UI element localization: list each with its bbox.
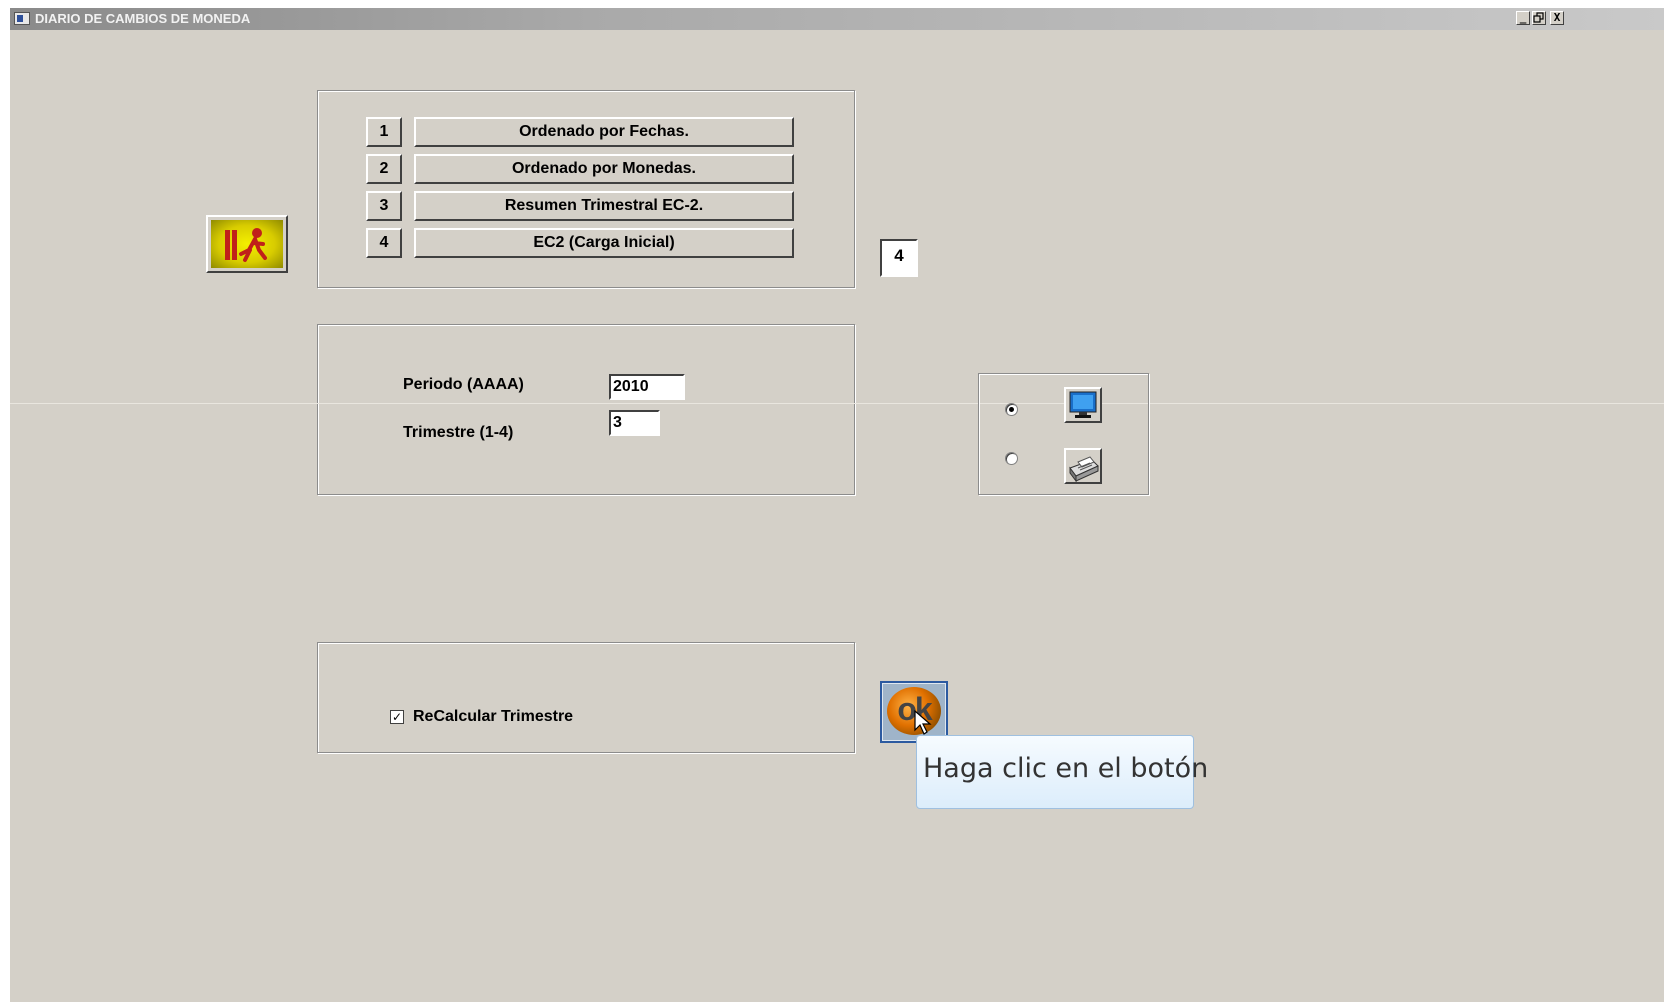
app-icon [14, 12, 30, 25]
order-by-dates-button[interactable]: Ordenado por Fechas. [414, 117, 794, 147]
selected-option-field[interactable]: 4 [880, 239, 918, 277]
quarter-label: Trimestre (1-4) [403, 424, 514, 441]
close-button[interactable]: X [1550, 11, 1564, 25]
quarter-input[interactable] [609, 410, 660, 436]
exit-icon [211, 220, 283, 268]
recalc-group [317, 642, 855, 753]
main-window: DIARIO DE CAMBIOS DE MONEDA _ X 1 Ordena… [10, 8, 1664, 1002]
screen-output-radio[interactable] [1005, 403, 1018, 416]
option-4-number-button[interactable]: 4 [366, 228, 402, 258]
option-1-number-button[interactable]: 1 [366, 117, 402, 147]
monitor-icon [1069, 391, 1097, 418]
printer-output-button[interactable] [1064, 448, 1102, 484]
printer-output-radio[interactable] [1005, 452, 1018, 465]
initial-load-button[interactable]: EC2 (Carga Inicial) [414, 228, 794, 258]
mouse-cursor-icon [914, 710, 932, 735]
period-label: Periodo (AAAA) [403, 376, 524, 393]
window-title: DIARIO DE CAMBIOS DE MONEDA [35, 11, 251, 26]
option-3-number-button[interactable]: 3 [366, 191, 402, 221]
order-by-currencies-button[interactable]: Ordenado por Monedas. [414, 154, 794, 184]
period-input[interactable] [609, 374, 685, 400]
recalc-checkbox[interactable]: ✓ [390, 710, 404, 724]
parameters-group [317, 324, 855, 495]
minimize-button[interactable]: _ [1516, 11, 1530, 25]
restore-icon [1533, 12, 1544, 23]
divider-line [10, 403, 1664, 404]
quarterly-summary-button[interactable]: Resumen Trimestral EC-2. [414, 191, 794, 221]
tooltip: Haga clic en el botón [916, 735, 1208, 809]
recalc-label: ReCalcular Trimestre [413, 708, 574, 725]
exit-button[interactable] [206, 215, 288, 273]
restore-button[interactable] [1532, 11, 1546, 25]
option-2-number-button[interactable]: 2 [366, 154, 402, 184]
screen-output-button[interactable] [1064, 387, 1102, 423]
title-bar: DIARIO DE CAMBIOS DE MONEDA _ X [10, 8, 1664, 30]
printer-icon [1069, 456, 1099, 483]
